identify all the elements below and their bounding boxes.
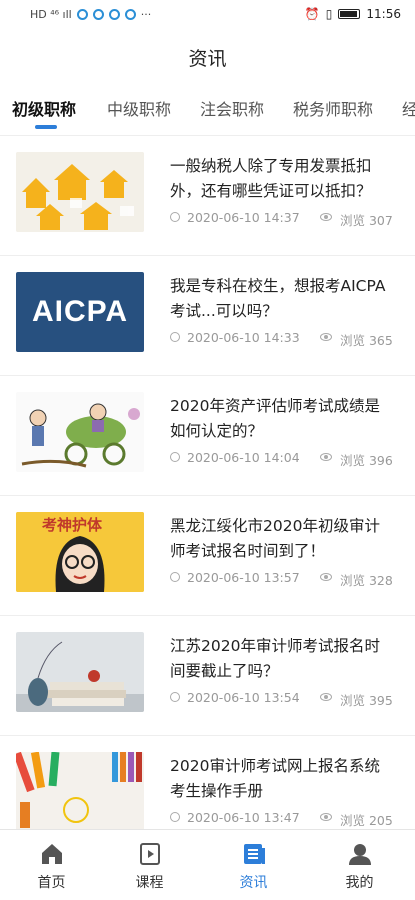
nav-profile[interactable]: 我的 — [308, 830, 411, 900]
news-date: 2020-06-10 13:54 — [187, 690, 300, 705]
news-icon — [243, 844, 265, 864]
status-bar: HD ⁴⁶ ıll ··· ⏰ ▯ 11:56 — [0, 0, 415, 32]
more-dots-icon: ··· — [140, 8, 152, 21]
nav-label: 首页 — [37, 875, 66, 891]
signal-info: HD ⁴⁶ ıll — [30, 8, 72, 21]
notification-icon — [92, 9, 104, 20]
status-left: HD ⁴⁶ ıll ··· — [30, 8, 151, 21]
thumbnail-caption: 考神护体 — [42, 516, 103, 534]
news-item[interactable]: AICPA 我是专科在校生，想报考AICPA考试...可以吗？ 2020-06-… — [0, 256, 415, 376]
eye-icon — [320, 813, 332, 821]
clock-icon — [170, 572, 180, 582]
eye-icon — [320, 693, 332, 701]
news-title: 黑龙江绥化市2020年初级审计师考试报名时间到了！ — [170, 517, 380, 560]
news-views: 浏览 328 — [340, 573, 393, 588]
news-title: 2020审计师考试网上报名系统考生操作手册 — [170, 757, 380, 800]
nav-home[interactable]: 首页 — [0, 830, 103, 900]
news-thumbnail: AICPA — [16, 272, 144, 352]
clock-time: 11:56 — [366, 7, 401, 21]
news-thumbnail — [16, 632, 144, 712]
notification-icon — [108, 9, 120, 20]
clock-icon — [170, 692, 180, 702]
news-thumbnail: 考神护体 — [16, 512, 144, 592]
news-views: 浏览 205 — [340, 813, 393, 828]
news-title: 我是专科在校生，想报考AICPA考试...可以吗？ — [170, 277, 386, 320]
news-date: 2020-06-10 14:37 — [187, 210, 300, 225]
notification-icon — [76, 9, 88, 20]
clock-icon — [170, 812, 180, 822]
profile-icon — [348, 844, 371, 865]
status-right: ⏰ ▯ 11:56 — [305, 7, 401, 21]
news-thumbnail — [16, 392, 144, 472]
tab-cpa[interactable]: 注会职称 — [200, 96, 264, 120]
clock-icon — [170, 332, 180, 342]
course-icon — [139, 843, 160, 865]
nav-label: 我的 — [345, 875, 374, 891]
news-item[interactable]: 2020年资产评估师考试成绩是如何认定的？ 2020-06-10 14:04 浏… — [0, 376, 415, 496]
news-date: 2020-06-10 14:04 — [187, 450, 300, 465]
eye-icon — [320, 333, 332, 341]
tab-intermediate[interactable]: 中级职称 — [107, 96, 171, 120]
tab-economic[interactable]: 经 — [402, 96, 415, 120]
news-views: 浏览 396 — [340, 453, 393, 468]
nav-news[interactable]: 资讯 — [202, 830, 305, 900]
news-item[interactable]: 一般纳税人除了专用发票抵扣外，还有哪些凭证可以抵扣？ 2020-06-10 14… — [0, 136, 415, 256]
news-list: 一般纳税人除了专用发票抵扣外，还有哪些凭证可以抵扣？ 2020-06-10 14… — [0, 136, 415, 855]
notification-icon — [124, 9, 136, 20]
eye-icon — [320, 573, 332, 581]
nav-label: 课程 — [135, 875, 164, 891]
active-tab-indicator — [35, 125, 57, 129]
battery-icon — [338, 9, 361, 19]
news-thumbnail — [16, 752, 144, 832]
eye-icon — [320, 213, 332, 221]
aicpa-logo-text: AICPA — [31, 295, 129, 328]
news-date: 2020-06-10 13:57 — [187, 570, 300, 585]
news-thumbnail — [16, 152, 144, 232]
news-title: 江苏2020年审计师考试报名时间要截止了吗？ — [170, 637, 380, 680]
tab-tax-agent[interactable]: 税务师职称 — [293, 96, 373, 120]
eye-icon — [320, 453, 332, 461]
news-title: 一般纳税人除了专用发票抵扣外，还有哪些凭证可以抵扣？ — [170, 157, 372, 200]
news-views: 浏览 365 — [340, 333, 393, 348]
news-date: 2020-06-10 13:47 — [187, 810, 300, 825]
nav-label: 资讯 — [239, 875, 268, 891]
clock-icon — [170, 212, 180, 222]
news-views: 浏览 307 — [340, 213, 393, 228]
news-title: 2020年资产评估师考试成绩是如何认定的？ — [170, 397, 380, 440]
tab-junior[interactable]: 初级职称 — [12, 96, 76, 120]
news-item[interactable]: 考神护体 黑龙江绥化市2020年初级审计师考试报名时间到了！ 2020-06-1… — [0, 496, 415, 616]
category-tabs: 初级职称 中级职称 注会职称 税务师职称 经 — [0, 92, 415, 132]
page-title: 资讯 — [188, 48, 227, 70]
bottom-nav: 首页 课程 资讯 我的 — [0, 829, 415, 900]
news-date: 2020-06-10 14:33 — [187, 330, 300, 345]
news-item[interactable]: 江苏2020年审计师考试报名时间要截止了吗？ 2020-06-10 13:54 … — [0, 616, 415, 736]
clock-icon — [170, 452, 180, 462]
news-views: 浏览 395 — [340, 693, 393, 708]
home-icon — [41, 844, 62, 864]
nav-course[interactable]: 课程 — [98, 830, 201, 900]
vibrate-icon: ▯ — [325, 7, 333, 21]
alarm-icon: ⏰ — [304, 7, 320, 21]
